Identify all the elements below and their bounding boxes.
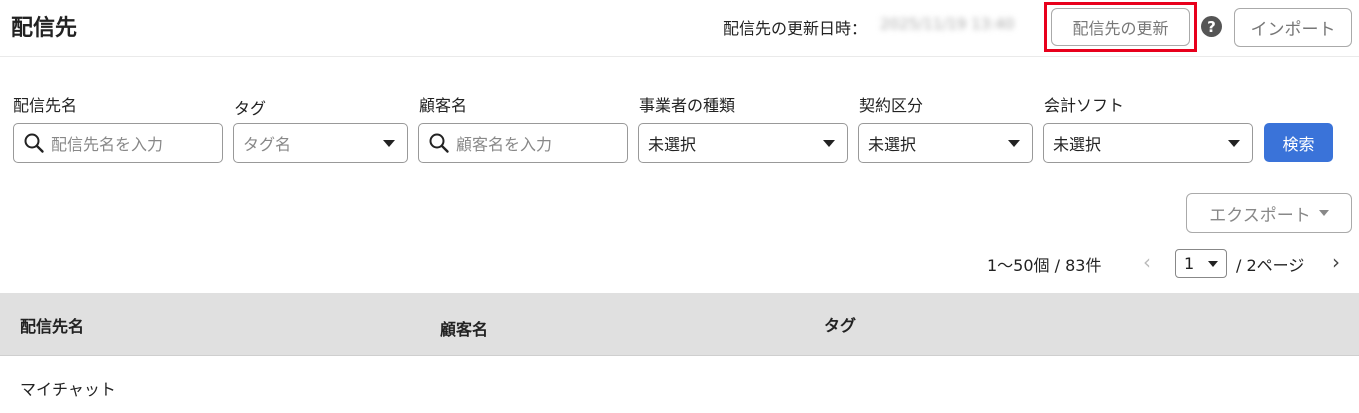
tag-placeholder: タグ名 (243, 135, 292, 154)
search-icon (429, 133, 449, 153)
customer-search-input[interactable]: 顧客名を入力 (418, 123, 628, 163)
column-header-tag[interactable]: タグ (824, 312, 856, 336)
chevron-down-icon (1228, 139, 1240, 147)
import-button[interactable]: インポート (1234, 8, 1352, 47)
chevron-down-icon (1208, 260, 1218, 267)
column-header-customer[interactable]: 顧客名 (440, 316, 488, 340)
chevron-down-icon (823, 139, 835, 147)
contract-filter-label: 契約区分 (859, 96, 924, 115)
chevron-down-icon (1318, 210, 1329, 216)
business-type-select[interactable]: 未選択 (638, 123, 848, 163)
accounting-filter-label: 会計ソフト (1044, 96, 1125, 115)
next-page-icon[interactable]: › (1332, 250, 1340, 274)
chevron-down-icon (383, 139, 395, 147)
search-button[interactable]: 検索 (1264, 123, 1333, 162)
updated-at-label: 配信先の更新日時： (723, 19, 868, 38)
column-header-destination[interactable]: 配信先名 (20, 313, 84, 337)
contract-select[interactable]: 未選択 (858, 123, 1033, 163)
export-button[interactable]: エクスポート (1186, 193, 1352, 233)
table-header (0, 293, 1359, 356)
destination-search-input[interactable]: 配信先名を入力 (13, 123, 223, 163)
contract-value: 未選択 (868, 135, 917, 154)
accounting-value: 未選択 (1053, 135, 1102, 154)
table-row-destination[interactable]: マイチャット (20, 376, 116, 400)
tag-select[interactable]: タグ名 (233, 123, 408, 163)
page-number: 1 (1184, 254, 1195, 273)
prev-page-icon[interactable]: ‹ (1143, 250, 1151, 274)
chevron-down-icon (1008, 139, 1020, 147)
page-select[interactable]: 1 (1175, 249, 1227, 278)
accounting-select[interactable]: 未選択 (1043, 123, 1253, 163)
updated-at-value: 2025/11/19 13:40 (880, 15, 1015, 33)
destination-filter-label: 配信先名 (13, 96, 78, 115)
business-type-filter-label: 事業者の種類 (639, 96, 736, 115)
page-title: 配信先 (11, 16, 78, 41)
destination-placeholder: 配信先名を入力 (51, 135, 164, 154)
customer-filter-label: 顧客名 (419, 96, 468, 115)
business-type-value: 未選択 (648, 135, 697, 154)
tag-filter-label: タグ (234, 99, 267, 118)
refresh-destinations-button[interactable]: 配信先の更新 (1051, 8, 1190, 46)
pagination-total: / 2ページ (1236, 256, 1305, 275)
help-icon[interactable]: ? (1201, 16, 1222, 37)
pagination-range: 1〜50個 / 83件 (987, 256, 1102, 275)
export-label: エクスポート (1209, 205, 1311, 226)
customer-placeholder: 顧客名を入力 (456, 135, 553, 154)
header-divider (0, 56, 1359, 57)
search-icon (24, 133, 44, 153)
